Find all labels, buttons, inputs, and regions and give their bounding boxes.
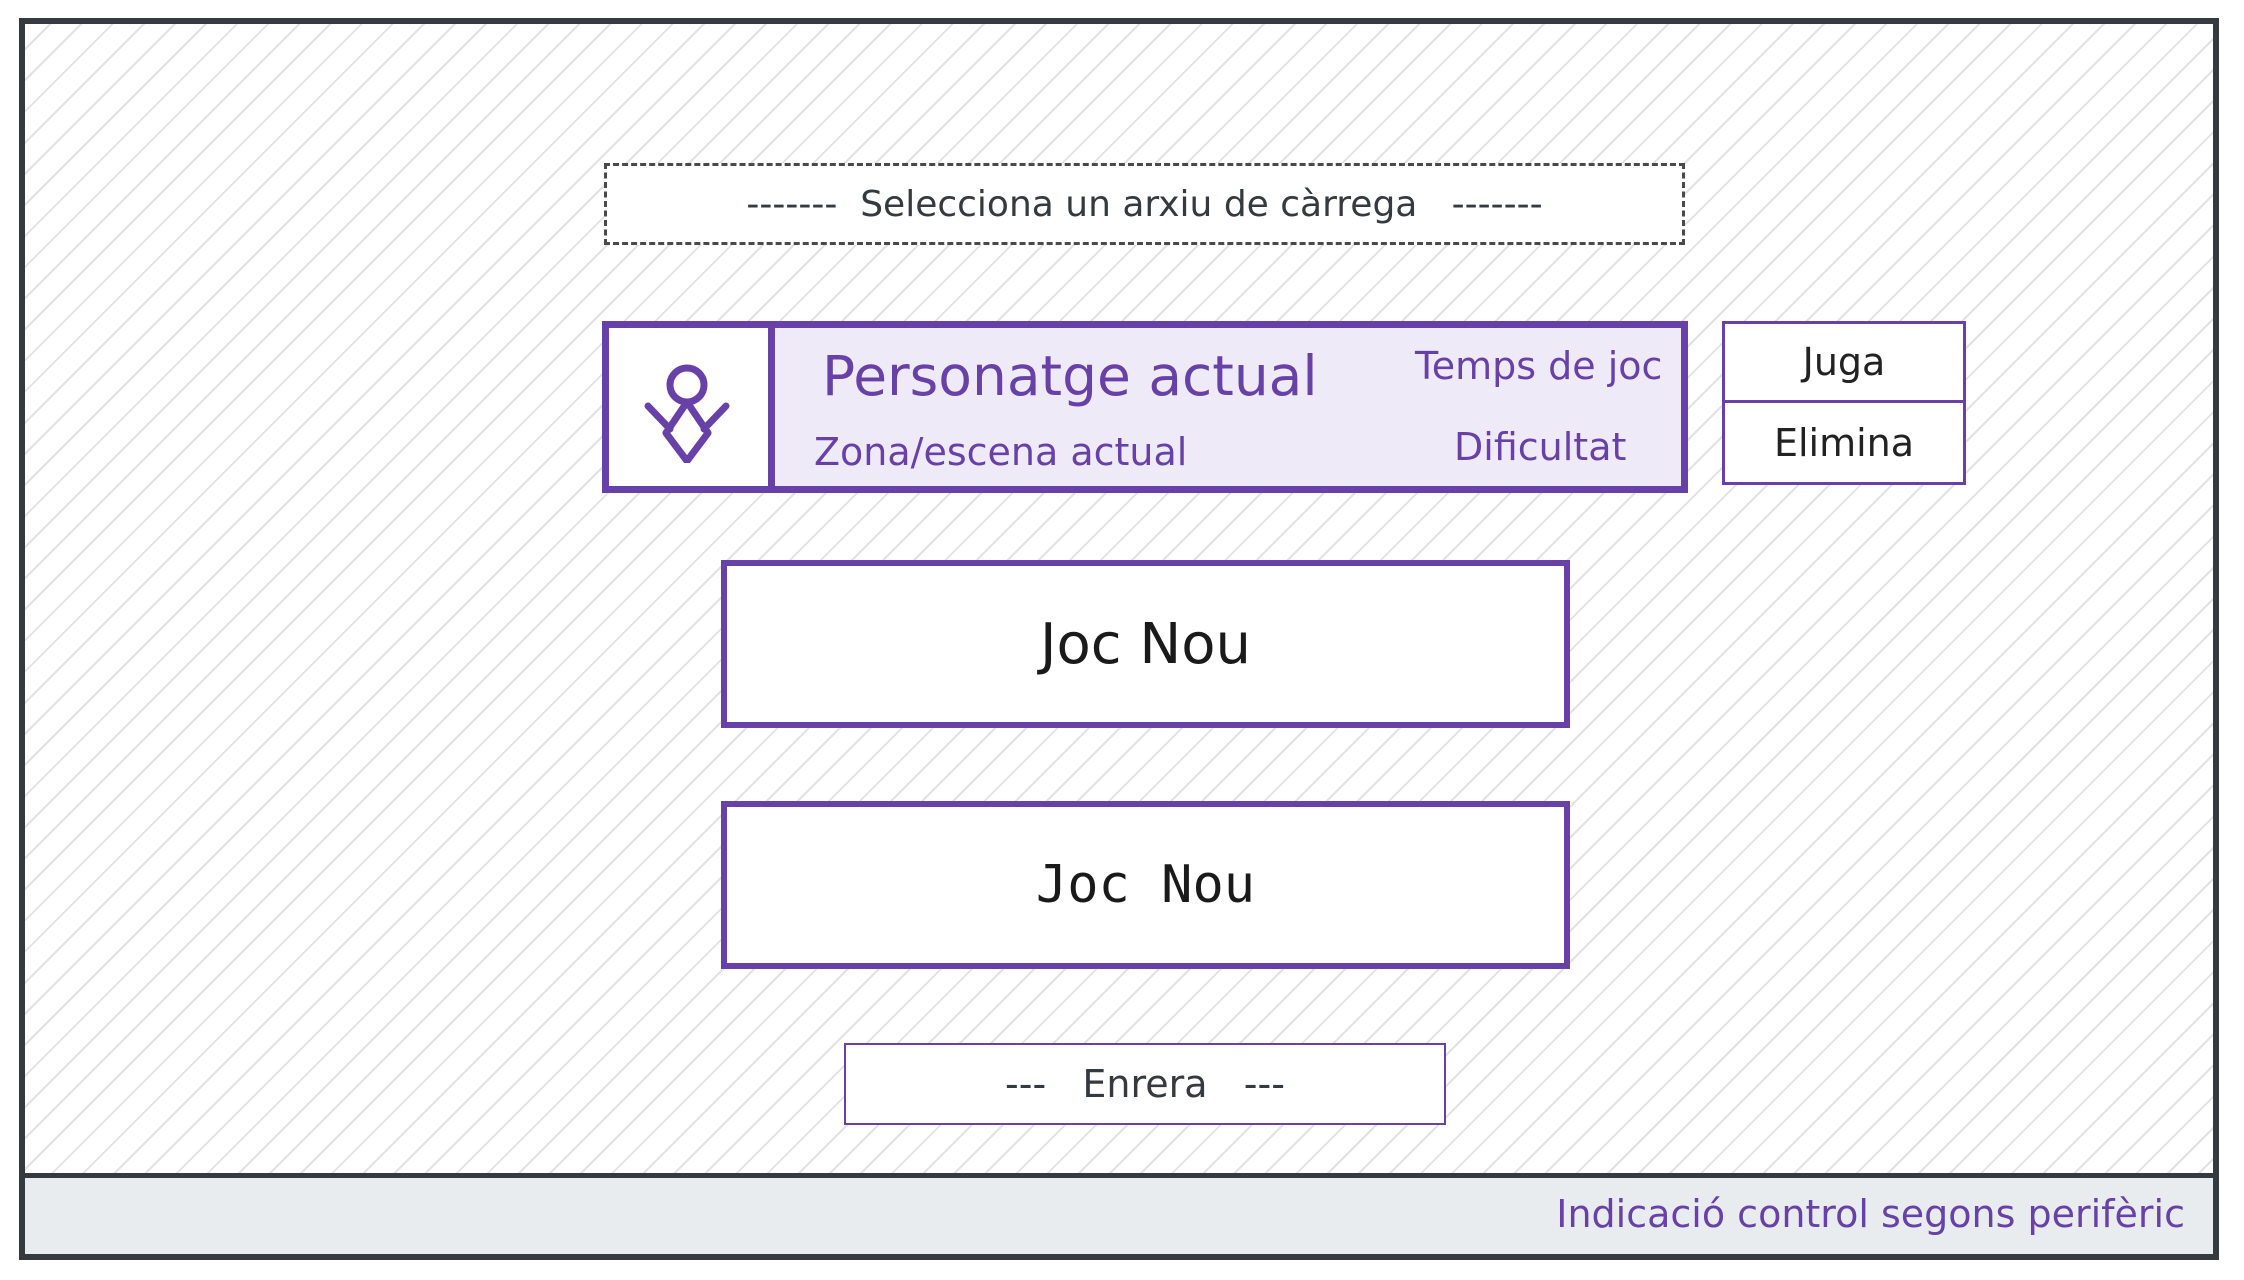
new-game-button[interactable]: Joc Nou (721, 560, 1570, 728)
person-icon (644, 364, 730, 463)
load-file-selector[interactable]: ------- Selecciona un arxiu de càrrega -… (604, 163, 1685, 245)
character-name: Personatge actual (822, 344, 1318, 408)
play-button[interactable]: Juga (1725, 324, 1963, 403)
delete-button[interactable]: Elimina (1725, 403, 1963, 482)
difficulty: Dificultat (1454, 425, 1627, 469)
avatar (609, 328, 775, 486)
playtime: Temps de joc (1415, 344, 1663, 388)
current-zone: Zona/escena actual (814, 430, 1188, 474)
back-button[interactable]: --- Enrera --- (844, 1043, 1446, 1125)
save-slot-card[interactable]: Personatge actual Zona/escena actual Tem… (602, 321, 1688, 493)
control-hint: Indicació control segons perifèric (1556, 1192, 2185, 1236)
new-game-button-alt[interactable]: Joc Nou (721, 801, 1570, 969)
footer-bar: Indicació control segons perifèric (25, 1173, 2213, 1254)
slot-actions: Juga Elimina (1722, 321, 1966, 485)
screen-frame: ------- Selecciona un arxiu de càrrega -… (19, 18, 2219, 1260)
